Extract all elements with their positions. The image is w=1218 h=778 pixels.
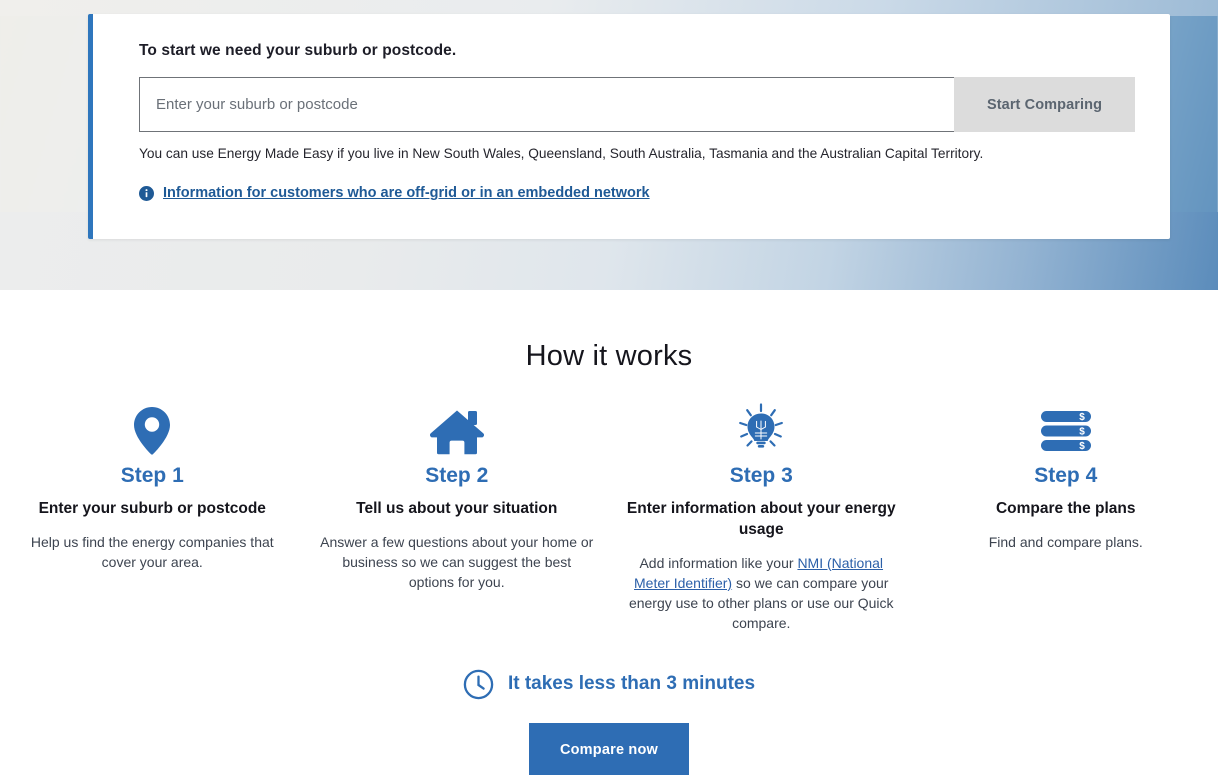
plan-bars-dollar-icon: $ $ $ bbox=[1040, 411, 1091, 452]
svg-text:$: $ bbox=[1079, 412, 1085, 423]
clock-icon bbox=[463, 669, 494, 700]
step-1-heading: Enter your suburb or postcode bbox=[38, 500, 266, 517]
hero-section: To start we need your suburb or postcode… bbox=[0, 0, 1218, 290]
step-card-2: Step 2 Tell us about your situation Answ… bbox=[305, 403, 610, 633]
step-3-label: Step 3 bbox=[729, 464, 793, 487]
step-1-label: Step 1 bbox=[120, 464, 184, 487]
svg-text:$: $ bbox=[1079, 441, 1085, 452]
step-card-3: Step 3 Enter information about your ener… bbox=[609, 403, 914, 633]
svg-text:$: $ bbox=[1079, 427, 1085, 438]
step-2-icon-wrap bbox=[319, 403, 596, 455]
step-3-heading: Enter information about your energy usag… bbox=[626, 500, 896, 538]
step-4-heading: Compare the plans bbox=[995, 500, 1136, 517]
offgrid-info-row[interactable]: Information for customers who are off-gr… bbox=[139, 185, 1130, 201]
step-4-body: Find and compare plans. bbox=[988, 533, 1143, 550]
step-4-label: Step 4 bbox=[1034, 464, 1098, 487]
time-estimate-text: It takes less than 3 minutes bbox=[507, 673, 756, 695]
time-estimate-row: It takes less than 3 minutes bbox=[0, 669, 1218, 700]
step-3-body-before: Add information like your bbox=[639, 554, 798, 571]
compare-now-button[interactable]: Compare now bbox=[529, 722, 689, 775]
start-comparing-button[interactable]: Start Comparing bbox=[954, 77, 1135, 132]
step-2-heading: Tell us about your situation bbox=[356, 500, 558, 517]
map-pin-icon bbox=[134, 407, 171, 455]
search-card-heading: To start we need your suburb or postcode… bbox=[139, 42, 457, 59]
offgrid-info-link[interactable]: Information for customers who are off-gr… bbox=[163, 185, 650, 201]
house-icon bbox=[429, 410, 484, 455]
coverage-note: You can use Energy Made Easy if you live… bbox=[139, 146, 984, 161]
how-it-works-section: How it works Step 1 Enter your suburb or… bbox=[0, 290, 1218, 775]
info-circle-icon bbox=[139, 185, 154, 201]
lightbulb-icon bbox=[739, 403, 784, 448]
cta-section: It takes less than 3 minutes Compare now bbox=[0, 669, 1218, 775]
step-3-body: Add information like your NMI (National … bbox=[623, 553, 900, 633]
step-2-body: Answer a few questions about your home o… bbox=[320, 533, 594, 590]
how-it-works-title: How it works bbox=[525, 340, 693, 372]
step-1-icon-wrap bbox=[14, 403, 291, 455]
postcode-search-card: To start we need your suburb or postcode… bbox=[88, 14, 1170, 239]
step-2-label: Step 2 bbox=[425, 464, 489, 487]
search-row: Start Comparing bbox=[139, 77, 1135, 132]
step-3-icon-wrap bbox=[623, 403, 900, 455]
suburb-postcode-input[interactable] bbox=[139, 77, 954, 132]
steps-grid: Step 1 Enter your suburb or postcode Hel… bbox=[0, 403, 1218, 633]
step-1-body: Help us find the energy companies that c… bbox=[30, 533, 274, 570]
step-4-icon-wrap: $ $ $ bbox=[928, 403, 1205, 455]
step-card-1: Step 1 Enter your suburb or postcode Hel… bbox=[0, 403, 305, 633]
step-card-4: $ $ $ Step 4 Compare the plans Find and … bbox=[914, 403, 1218, 633]
